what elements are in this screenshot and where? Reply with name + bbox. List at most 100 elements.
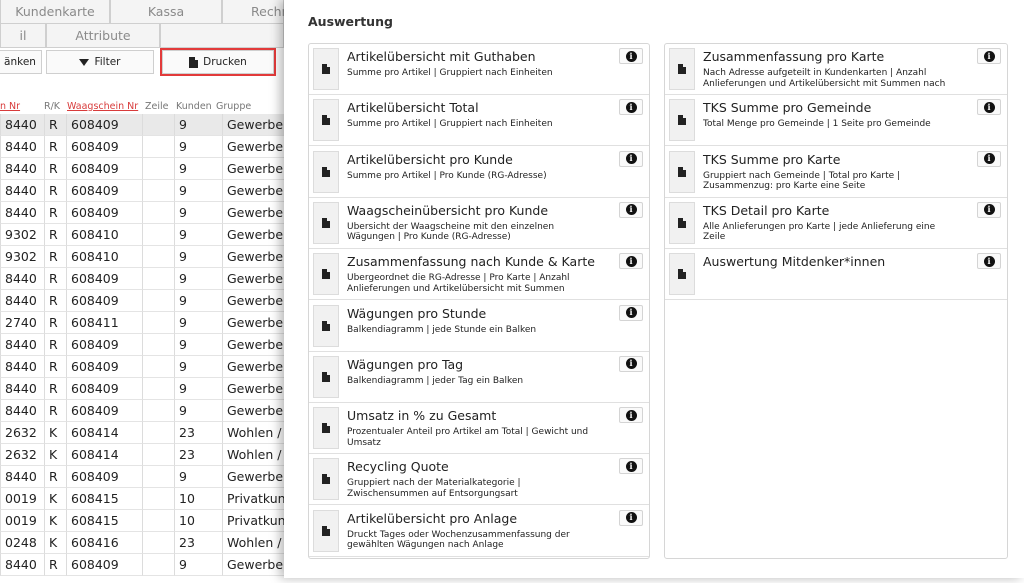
report-title[interactable]: Zusammenfassung nach Kunde & Karte xyxy=(347,254,595,269)
report-title[interactable]: TKS Detail pro Karte xyxy=(703,203,829,218)
table-row[interactable]: 9302 R 608410 9 Gewerbe xyxy=(0,224,290,246)
report-item[interactable]: Umsatz in % zu Gesamt Prozentualer Anteil… xyxy=(309,403,649,455)
tab-kassa[interactable]: Kassa xyxy=(110,0,222,24)
report-title[interactable]: Zusammenfassung pro Karte xyxy=(703,49,884,64)
pdf-icon[interactable] xyxy=(313,407,339,450)
report-item[interactable]: TKS Summe pro Gemeinde Total Menge pro Ge… xyxy=(665,95,1007,147)
info-button[interactable]: i xyxy=(619,253,643,270)
report-item[interactable]: Artikelübersicht pro Kunde Summe pro Arti… xyxy=(309,147,649,198)
info-button[interactable]: i xyxy=(619,304,643,321)
report-title[interactable]: Auswertung Mitdenker*innen xyxy=(703,254,885,269)
pdf-icon[interactable] xyxy=(313,150,339,193)
info-button[interactable]: i xyxy=(619,355,643,372)
table-row[interactable]: 8440 R 608409 9 Gewerbe xyxy=(0,400,290,422)
table-row[interactable]: 8440 R 608409 9 Gewerbe xyxy=(0,136,290,158)
table-cell: 9302 xyxy=(0,224,44,246)
print-button[interactable]: Drucken xyxy=(160,48,276,76)
report-title[interactable]: Recycling Quote xyxy=(347,459,449,474)
pdf-icon[interactable] xyxy=(313,201,339,244)
tab-partial[interactable]: il xyxy=(0,24,46,48)
sub-tab-row: il Attribute xyxy=(0,24,284,48)
filter-button[interactable]: Filter xyxy=(46,50,154,74)
col-nr[interactable]: n Nr xyxy=(0,101,20,112)
report-title[interactable]: Wägungen pro Stunde xyxy=(347,306,486,321)
table-cell xyxy=(142,136,174,158)
pdf-icon[interactable] xyxy=(669,99,695,142)
pdf-icon[interactable] xyxy=(313,355,339,398)
info-button[interactable]: i xyxy=(619,509,643,526)
col-kunden[interactable]: Kunden xyxy=(176,101,212,112)
info-button[interactable]: i xyxy=(977,48,1001,64)
report-title[interactable]: Artikelübersicht Total xyxy=(347,100,479,115)
pdf-icon[interactable] xyxy=(669,150,695,193)
pdf-icon[interactable] xyxy=(313,509,339,552)
report-item[interactable]: Artikelübersicht pro Anlage Druckt Tages … xyxy=(309,506,649,557)
tab-attribute[interactable]: Attribute xyxy=(46,24,160,48)
table-row[interactable]: 8440 R 608409 9 Gewerbe xyxy=(0,356,290,378)
report-title[interactable]: Wägungen pro Tag xyxy=(347,357,463,372)
pdf-icon[interactable] xyxy=(669,201,695,244)
report-item[interactable]: Zusammenfassung nach Kunde & Karte Überge… xyxy=(309,249,649,301)
info-button[interactable]: i xyxy=(977,253,1001,270)
pdf-icon[interactable] xyxy=(669,253,695,296)
report-title[interactable]: Artikelübersicht pro Kunde xyxy=(347,152,513,167)
report-item[interactable]: Recycling Quote Gruppiert nach der Materi… xyxy=(309,454,649,506)
table-cell: 9 xyxy=(174,356,222,378)
info-button[interactable]: i xyxy=(619,150,643,167)
report-title[interactable]: TKS Summe pro Gemeinde xyxy=(703,100,871,115)
info-button[interactable]: i xyxy=(619,99,643,116)
tab-empty[interactable] xyxy=(160,24,284,48)
info-button[interactable]: i xyxy=(977,150,1001,167)
pdf-icon[interactable] xyxy=(669,48,695,90)
info-button[interactable]: i xyxy=(619,407,643,424)
report-item[interactable]: Auswertung Mitdenker*innen i xyxy=(665,249,1007,301)
pdf-icon[interactable] xyxy=(313,253,339,296)
report-title[interactable]: Artikelübersicht mit Guthaben xyxy=(347,49,536,64)
table-row[interactable]: 2740 R 608411 9 Gewerbe xyxy=(0,312,290,334)
pdf-icon[interactable] xyxy=(313,304,339,347)
pdf-icon[interactable] xyxy=(313,99,339,142)
table-row[interactable]: 8440 R 608409 9 Gewerbe xyxy=(0,202,290,224)
table-row[interactable]: 0019 K 608415 10 Privatkunc xyxy=(0,488,290,510)
table-row[interactable]: 0019 K 608415 10 Privatkunc xyxy=(0,510,290,532)
table-row[interactable]: 8440 R 608409 9 Gewerbe xyxy=(0,554,290,576)
report-title[interactable]: Umsatz in % zu Gesamt xyxy=(347,408,496,423)
report-item[interactable]: Wägungen pro Stunde Balkendiagramm | jede… xyxy=(309,301,649,352)
col-gruppe[interactable]: Gruppe xyxy=(216,101,251,112)
col-zeile[interactable]: Zeile xyxy=(145,101,168,112)
report-item[interactable]: Zusammenfassung pro Karte Nach Adresse au… xyxy=(665,44,1007,95)
report-title[interactable]: TKS Summe pro Karte xyxy=(703,152,840,167)
info-button[interactable]: i xyxy=(977,201,1001,218)
report-item[interactable]: Artikelübersicht mit Guthaben Summe pro A… xyxy=(309,44,649,95)
info-button[interactable]: i xyxy=(977,99,1001,116)
table-row[interactable]: 8440 R 608409 9 Gewerbe xyxy=(0,114,290,136)
table-row[interactable]: 8440 R 608409 9 Gewerbe xyxy=(0,180,290,202)
report-title[interactable]: Waagscheinübersicht pro Kunde xyxy=(347,203,548,218)
table-row[interactable]: 0248 K 608416 23 Wohlen / . xyxy=(0,532,290,554)
info-button[interactable]: i xyxy=(619,201,643,218)
cut-button[interactable]: änken xyxy=(0,50,42,74)
col-waagschein[interactable]: Waagschein Nr xyxy=(67,101,138,112)
pdf-icon[interactable] xyxy=(313,458,339,501)
table-row[interactable]: 8440 R 608409 9 Gewerbe xyxy=(0,290,290,312)
table-row[interactable]: 8440 R 608409 9 Gewerbe xyxy=(0,466,290,488)
tab-rechnung[interactable]: Rechn xyxy=(222,0,290,24)
table-row[interactable]: 8440 R 608409 9 Gewerbe xyxy=(0,334,290,356)
report-item[interactable]: Waagscheinübersicht pro Kunde Übersicht d… xyxy=(309,198,649,249)
table-row[interactable]: 8440 R 608409 9 Gewerbe xyxy=(0,158,290,180)
report-title[interactable]: Artikelübersicht pro Anlage xyxy=(347,511,517,526)
table-row[interactable]: 8440 R 608409 9 Gewerbe xyxy=(0,268,290,290)
table-row[interactable]: 2632 K 608414 23 Wohlen / . xyxy=(0,422,290,444)
table-row[interactable]: 2632 K 608414 23 Wohlen / . xyxy=(0,444,290,466)
info-button[interactable]: i xyxy=(619,458,643,475)
col-rk[interactable]: R/K xyxy=(44,101,60,112)
report-item[interactable]: Artikelübersicht Total Summe pro Artikel … xyxy=(309,95,649,147)
info-button[interactable]: i xyxy=(619,48,643,64)
table-row[interactable]: 9302 R 608410 9 Gewerbe xyxy=(0,246,290,268)
tab-kundenkarte[interactable]: Kundenkarte xyxy=(0,0,110,24)
report-item[interactable]: TKS Detail pro Karte Alle Anlieferungen p… xyxy=(665,198,1007,249)
pdf-icon[interactable] xyxy=(313,48,339,90)
report-item[interactable]: TKS Summe pro Karte Gruppiert nach Gemein… xyxy=(665,147,1007,198)
report-item[interactable]: Wägungen pro Tag Balkendiagramm | jeder T… xyxy=(309,352,649,403)
table-row[interactable]: 8440 R 608409 9 Gewerbe xyxy=(0,378,290,400)
